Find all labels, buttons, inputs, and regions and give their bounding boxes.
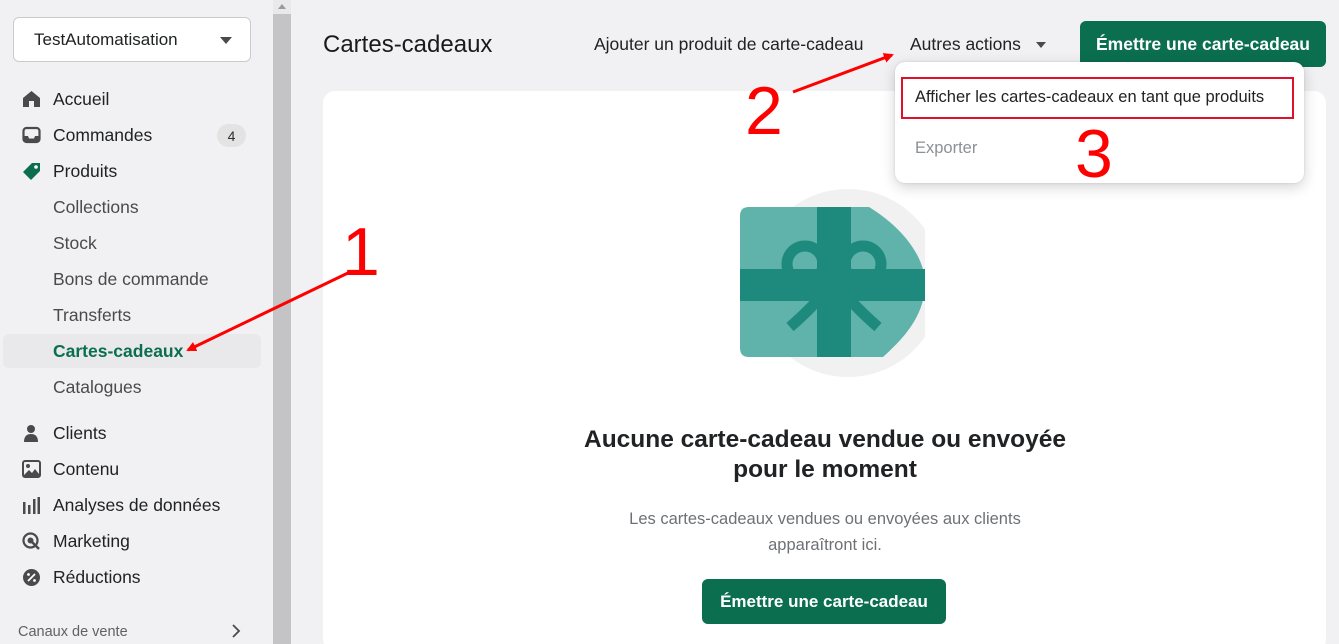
gift-card-illustration [740,189,925,377]
nav-item-catalogs[interactable]: Catalogues [3,370,261,404]
nav-label-collections: Collections [53,196,139,217]
nav-label-products: Produits [53,160,118,181]
nav-label-marketing: Marketing [53,530,130,551]
other-actions-button[interactable]: Autres actions [910,34,1046,55]
scroll-up-arrow-icon[interactable] [278,4,286,9]
empty-state-title-line1: Aucune carte-cadeau vendue ou envoyée [584,426,1066,453]
empty-state-subtitle-line1: Les cartes-cadeaux vendues ou envoyées a… [629,510,1021,528]
nav-item-transfers[interactable]: Transferts [3,298,261,332]
target-icon [21,531,41,551]
sidebar-scrollbar-thumb[interactable] [273,14,291,644]
discount-icon [21,567,41,587]
nav-label-gift-cards: Cartes-cadeaux [53,340,184,361]
nav-item-discounts[interactable]: Réductions [3,560,261,594]
nav-label-discounts: Réductions [53,566,141,587]
menu-item-export[interactable]: Exporter [915,139,977,158]
image-icon [21,459,41,479]
nav-item-purchase-orders[interactable]: Bons de commande [3,262,261,296]
store-name: TestAutomatisation [34,29,178,49]
annotation-step-2: 2 [745,73,783,149]
empty-state-title: Aucune carte-cadeau vendue ou envoyée po… [575,425,1075,485]
annotation-step-3: 3 [1075,116,1113,192]
annotation-highlight-box [901,77,1294,119]
nav-label-orders: Commandes [53,124,153,145]
nav-item-inventory[interactable]: Stock [3,226,261,260]
store-selector[interactable]: TestAutomatisation [13,17,251,62]
other-actions-label: Autres actions [910,34,1021,54]
bar-chart-icon [21,495,41,515]
nav-label-home: Accueil [53,88,110,109]
caret-down-icon [1036,42,1046,48]
issue-gift-card-button[interactable]: Émettre une carte-cadeau [1080,21,1326,67]
inbox-icon [21,125,41,145]
nav-item-collections[interactable]: Collections [3,190,261,224]
nav-label-catalogs: Catalogues [53,376,142,397]
nav-label-content: Contenu [53,458,120,479]
add-gift-card-product-button[interactable]: Ajouter un produit de carte-cadeau [594,34,863,55]
empty-state-title-line2: pour le moment [733,456,917,483]
orders-count-badge: 4 [217,124,246,147]
arrow-to-other-actions [792,53,894,94]
nav-item-content[interactable]: Contenu [3,452,261,486]
nav-item-analytics[interactable]: Analyses de données [3,488,261,522]
nav-item-customers[interactable]: Clients [3,416,261,450]
empty-state-issue-button[interactable]: Émettre une carte-cadeau [702,579,946,624]
nav-item-orders[interactable]: Commandes 4 [3,118,261,152]
nav-label-inventory: Stock [53,232,97,253]
sidebar: TestAutomatisation Accueil Commandes 4 P… [0,0,273,644]
page-title: Cartes-cadeaux [323,31,493,58]
nav-label-transfers: Transferts [53,304,132,325]
empty-state-subtitle: Les cartes-cadeaux vendues ou envoyées a… [575,506,1075,558]
caret-down-icon [220,37,232,44]
empty-state-subtitle-line2: apparaîtront ici. [768,536,882,554]
sales-channels-heading: Canaux de vente [18,624,128,640]
annotation-step-1: 1 [342,214,380,290]
nav-label-analytics: Analyses de données [53,494,221,515]
nav-item-gift-cards[interactable]: Cartes-cadeaux [3,334,261,368]
nav-item-home[interactable]: Accueil [3,82,261,116]
tag-icon [21,161,41,181]
home-icon [21,89,41,109]
nav-label-customers: Clients [53,422,107,443]
chevron-right-icon[interactable] [231,624,241,638]
nav-label-purchase-orders: Bons de commande [53,268,209,289]
nav-item-products[interactable]: Produits [3,154,261,188]
nav-item-marketing[interactable]: Marketing [3,524,261,558]
person-icon [21,423,41,443]
